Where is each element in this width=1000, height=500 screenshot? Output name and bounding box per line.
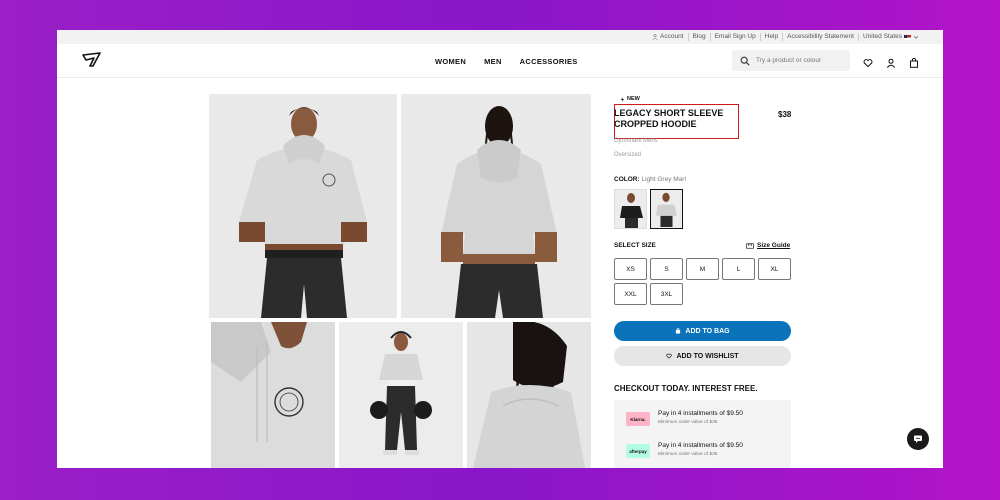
product-price: $38 bbox=[778, 110, 792, 119]
new-badge: NEW bbox=[620, 96, 640, 102]
user-icon bbox=[652, 34, 658, 40]
select-size-label: SELECT SIZE bbox=[614, 242, 656, 249]
add-to-wishlist-button[interactable]: ADD TO WISHLIST bbox=[614, 346, 791, 366]
nav-accessories[interactable]: ACCESSORIES bbox=[520, 57, 578, 66]
product-fit: Oversized bbox=[614, 152, 642, 158]
utility-bar: Account Blog Email Sign Up Help Accessib… bbox=[57, 30, 943, 44]
search-bar bbox=[732, 50, 850, 71]
site-header: WOMEN MEN ACCESSORIES bbox=[57, 44, 943, 78]
size-xs[interactable]: XS bbox=[614, 258, 647, 280]
swatch-light-grey[interactable] bbox=[650, 189, 683, 229]
size-xxl[interactable]: XXL bbox=[614, 283, 647, 305]
afterpay-option: afterpay Pay in 4 installments of $9.50 … bbox=[626, 442, 743, 458]
payment-options: Klarna. Pay in 4 installments of $9.50 M… bbox=[614, 400, 791, 468]
heart-icon bbox=[666, 353, 673, 359]
size-s[interactable]: S bbox=[650, 258, 683, 280]
shopping-bag-icon[interactable] bbox=[909, 55, 919, 68]
chat-icon bbox=[914, 435, 922, 443]
product-title: LEGACY SHORT SLEEVE CROPPED HOODIE bbox=[614, 108, 724, 129]
header-icons bbox=[863, 55, 919, 68]
add-to-bag-button[interactable]: ADD TO BAG bbox=[614, 321, 791, 341]
account-icon[interactable] bbox=[886, 55, 896, 68]
gymshark-logo[interactable] bbox=[81, 52, 103, 68]
size-l[interactable]: L bbox=[722, 258, 755, 280]
size-options: XS S M L XL XXL 3XL bbox=[614, 258, 794, 305]
search-icon bbox=[740, 56, 750, 66]
product-image-front[interactable] bbox=[209, 94, 397, 318]
nav-men[interactable]: MEN bbox=[484, 57, 502, 66]
wishlist-heart-icon[interactable] bbox=[863, 55, 873, 68]
chat-button[interactable] bbox=[907, 428, 929, 450]
size-3xl[interactable]: 3XL bbox=[650, 283, 683, 305]
size-m[interactable]: M bbox=[686, 258, 719, 280]
chevron-down-icon bbox=[913, 36, 919, 39]
product-image-hood[interactable] bbox=[467, 322, 591, 468]
product-brand: Gymshark Mens bbox=[614, 138, 658, 144]
color-swatches bbox=[614, 189, 683, 229]
klarna-logo: Klarna. bbox=[626, 412, 650, 426]
size-guide-link[interactable]: Size Guide bbox=[746, 242, 790, 249]
klarna-option: Klarna. Pay in 4 installments of $9.50 M… bbox=[626, 410, 743, 426]
product-image-back[interactable] bbox=[401, 94, 591, 318]
main-nav: WOMEN MEN ACCESSORIES bbox=[435, 57, 578, 66]
product-image-fullbody[interactable] bbox=[339, 322, 463, 468]
product-image-detail[interactable] bbox=[211, 322, 335, 468]
nav-women[interactable]: WOMEN bbox=[435, 57, 466, 66]
region-selector[interactable]: United States bbox=[859, 33, 923, 41]
search-input[interactable] bbox=[756, 57, 844, 64]
us-flag-icon bbox=[904, 34, 911, 40]
ruler-icon bbox=[746, 242, 754, 249]
afterpay-logo: afterpay bbox=[626, 444, 650, 458]
blog-link[interactable]: Blog bbox=[689, 33, 711, 41]
checkout-heading: CHECKOUT TODAY. INTEREST FREE. bbox=[614, 384, 758, 393]
accessibility-link[interactable]: Accessibility Statement bbox=[783, 33, 859, 41]
help-link[interactable]: Help bbox=[761, 33, 784, 41]
lightning-icon bbox=[621, 96, 624, 102]
swatch-black[interactable] bbox=[614, 189, 647, 229]
browser-page: Account Blog Email Sign Up Help Accessib… bbox=[57, 30, 943, 468]
account-link[interactable]: Account bbox=[648, 33, 689, 41]
color-label: COLOR: Light Grey Marl bbox=[614, 176, 686, 183]
email-signup-link[interactable]: Email Sign Up bbox=[711, 33, 761, 41]
size-xl[interactable]: XL bbox=[758, 258, 791, 280]
bag-icon bbox=[676, 328, 681, 334]
